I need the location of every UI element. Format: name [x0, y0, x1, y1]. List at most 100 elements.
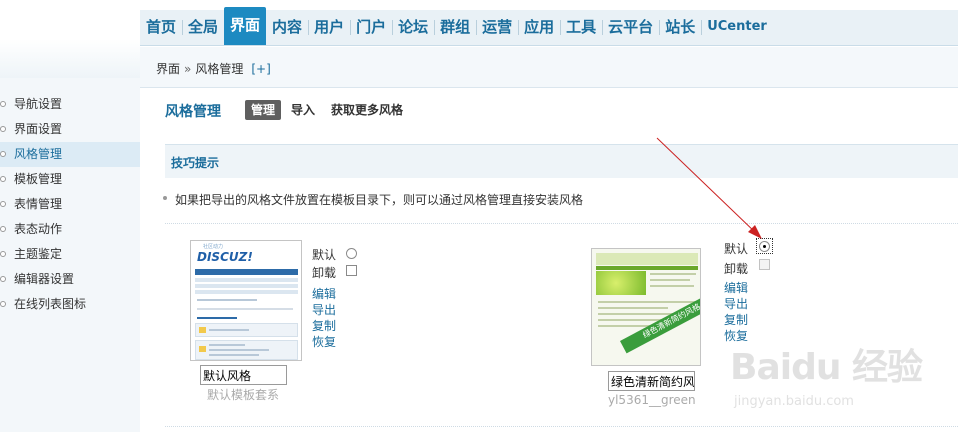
- style-preview-default: 社区动力 DISCUZ!: [190, 240, 302, 361]
- sidebar-item-label: 编辑器设置: [14, 272, 75, 286]
- bullet-icon: [0, 251, 6, 257]
- tips-header: 技巧提示: [165, 144, 958, 178]
- style-directory: 默认模板套系: [207, 388, 280, 402]
- sidebar-item-thread-stamps[interactable]: 主题鉴定: [0, 242, 140, 267]
- sidebar-item-label: 界面设置: [14, 122, 63, 136]
- bullet-icon: [0, 101, 6, 107]
- preview-row: [195, 290, 298, 294]
- preview-line: [209, 349, 269, 351]
- copy-link[interactable]: 复制: [724, 311, 748, 328]
- export-link[interactable]: 导出: [724, 295, 748, 312]
- preview-header: [596, 253, 698, 265]
- breadcrumb: 界面 » 风格管理 [+]: [156, 60, 271, 77]
- main-nav: 首页 全局 界面 内容 用户 门户 论坛 群组 运营 应用 工具 云平台 站长 …: [140, 7, 958, 46]
- default-label: 默认: [724, 242, 749, 256]
- sidebar-item-label: 风格管理: [14, 147, 63, 161]
- preview-nav: [195, 269, 298, 275]
- nav-content[interactable]: 内容: [266, 9, 308, 45]
- preview-line: [209, 354, 259, 356]
- preview-avatar: [199, 327, 206, 333]
- preview-logo-subtitle: 社区动力: [203, 244, 224, 250]
- divider: [165, 223, 958, 224]
- sidebar-item-label: 表态动作: [14, 222, 63, 236]
- style-tabs: 管理 导入 获取更多风格: [245, 100, 409, 120]
- bullet-icon: [0, 126, 6, 132]
- tab-import[interactable]: 导入: [285, 100, 321, 120]
- add-shortcut-button[interactable]: [+]: [243, 62, 270, 76]
- bullet-icon: [0, 226, 6, 232]
- sidebar-menu: 导航设置 界面设置 风格管理 模板管理 表情管理 表态动作 主题鉴定 编辑器设置…: [0, 92, 140, 317]
- nav-tools[interactable]: 工具: [560, 9, 602, 45]
- sidebar-item-label: 导航设置: [14, 97, 63, 111]
- sidebar-item-label: 模板管理: [14, 172, 63, 186]
- nav-cloud[interactable]: 云平台: [602, 9, 659, 45]
- bullet-icon: [0, 276, 6, 282]
- uninstall-label: 卸载: [312, 266, 337, 280]
- sidebar-item-interface-settings[interactable]: 界面设置: [0, 117, 140, 142]
- preview-line: [650, 273, 696, 275]
- sidebar: 导航设置 界面设置 风格管理 模板管理 表情管理 表态动作 主题鉴定 编辑器设置…: [0, 78, 140, 432]
- watermark-brand: Baidu 经验: [730, 347, 923, 388]
- sidebar-item-smiley-management[interactable]: 表情管理: [0, 192, 140, 217]
- uninstall-checkbox[interactable]: [346, 265, 357, 276]
- preview-nav: [596, 266, 698, 270]
- logo-area: [0, 0, 140, 78]
- edit-link[interactable]: 编辑: [312, 285, 336, 302]
- preview-hero: [596, 271, 646, 295]
- edit-link[interactable]: 编辑: [724, 279, 748, 296]
- preview-line: [197, 308, 293, 310]
- style-directory: yl5361__green: [608, 393, 696, 407]
- uninstall-checkbox[interactable]: [759, 259, 770, 270]
- preview-line: [598, 307, 668, 309]
- sidebar-item-click-actions[interactable]: 表态动作: [0, 217, 140, 242]
- preview-line: [650, 285, 694, 287]
- nav-apps[interactable]: 应用: [518, 9, 560, 45]
- style-name-input[interactable]: [200, 365, 287, 385]
- export-link[interactable]: 导出: [312, 301, 336, 318]
- nav-global[interactable]: 全局: [182, 9, 224, 45]
- sidebar-item-editor-settings[interactable]: 编辑器设置: [0, 267, 140, 292]
- preview-line: [598, 301, 696, 303]
- style-name-input[interactable]: [608, 371, 695, 391]
- nav-home[interactable]: 首页: [140, 9, 182, 45]
- tip-text: 如果把导出的风格文件放置在模板目录下，则可以通过风格管理直接安装风格: [163, 191, 583, 208]
- nav-operations[interactable]: 运营: [476, 9, 518, 45]
- sidebar-item-nav-settings[interactable]: 导航设置: [0, 92, 140, 117]
- nav-forum[interactable]: 论坛: [392, 9, 434, 45]
- preview-line: [197, 317, 237, 319]
- bullet-icon: [0, 301, 6, 307]
- nav-interface[interactable]: 界面: [224, 7, 267, 45]
- default-label: 默认: [312, 248, 337, 262]
- preview-line: [197, 299, 257, 301]
- discuz-logo: DISCUZ!: [197, 250, 253, 264]
- sidebar-item-style-management[interactable]: 风格管理: [0, 142, 140, 167]
- style-preview-green: 绿色清新简约风格: [591, 248, 701, 366]
- copy-link[interactable]: 复制: [312, 317, 336, 334]
- watermark-url: jingyan.baidu.com: [734, 394, 854, 409]
- breadcrumb-parent[interactable]: 界面: [156, 62, 180, 76]
- default-radio[interactable]: [759, 241, 770, 252]
- sidebar-item-template-management[interactable]: 模板管理: [0, 167, 140, 192]
- preview-row: [195, 284, 298, 288]
- preview-avatar: [199, 346, 206, 352]
- breadcrumb-separator: »: [184, 62, 192, 76]
- nav-portal[interactable]: 门户: [350, 9, 392, 45]
- default-radio[interactable]: [346, 248, 357, 259]
- preview-header: 社区动力 DISCUZ!: [191, 241, 301, 267]
- nav-webmaster[interactable]: 站长: [659, 9, 701, 45]
- page-title: 风格管理: [165, 104, 221, 120]
- preview-line: [209, 329, 249, 331]
- nav-groups[interactable]: 群组: [434, 9, 476, 45]
- sidebar-item-online-list-icons[interactable]: 在线列表图标: [0, 292, 140, 317]
- sidebar-item-label: 主题鉴定: [14, 247, 63, 261]
- tab-get-more-styles[interactable]: 获取更多风格: [325, 100, 409, 120]
- preview-line: [209, 344, 245, 346]
- nav-users[interactable]: 用户: [308, 9, 350, 45]
- sidebar-item-label: 在线列表图标: [14, 297, 87, 311]
- restore-link[interactable]: 恢复: [312, 333, 336, 350]
- preview-row: [195, 278, 298, 282]
- bullet-icon: [0, 201, 6, 207]
- tab-manage[interactable]: 管理: [245, 100, 282, 120]
- breadcrumb-bar: 界面 » 风格管理 [+]: [140, 47, 958, 88]
- nav-ucenter[interactable]: UCenter: [701, 9, 773, 45]
